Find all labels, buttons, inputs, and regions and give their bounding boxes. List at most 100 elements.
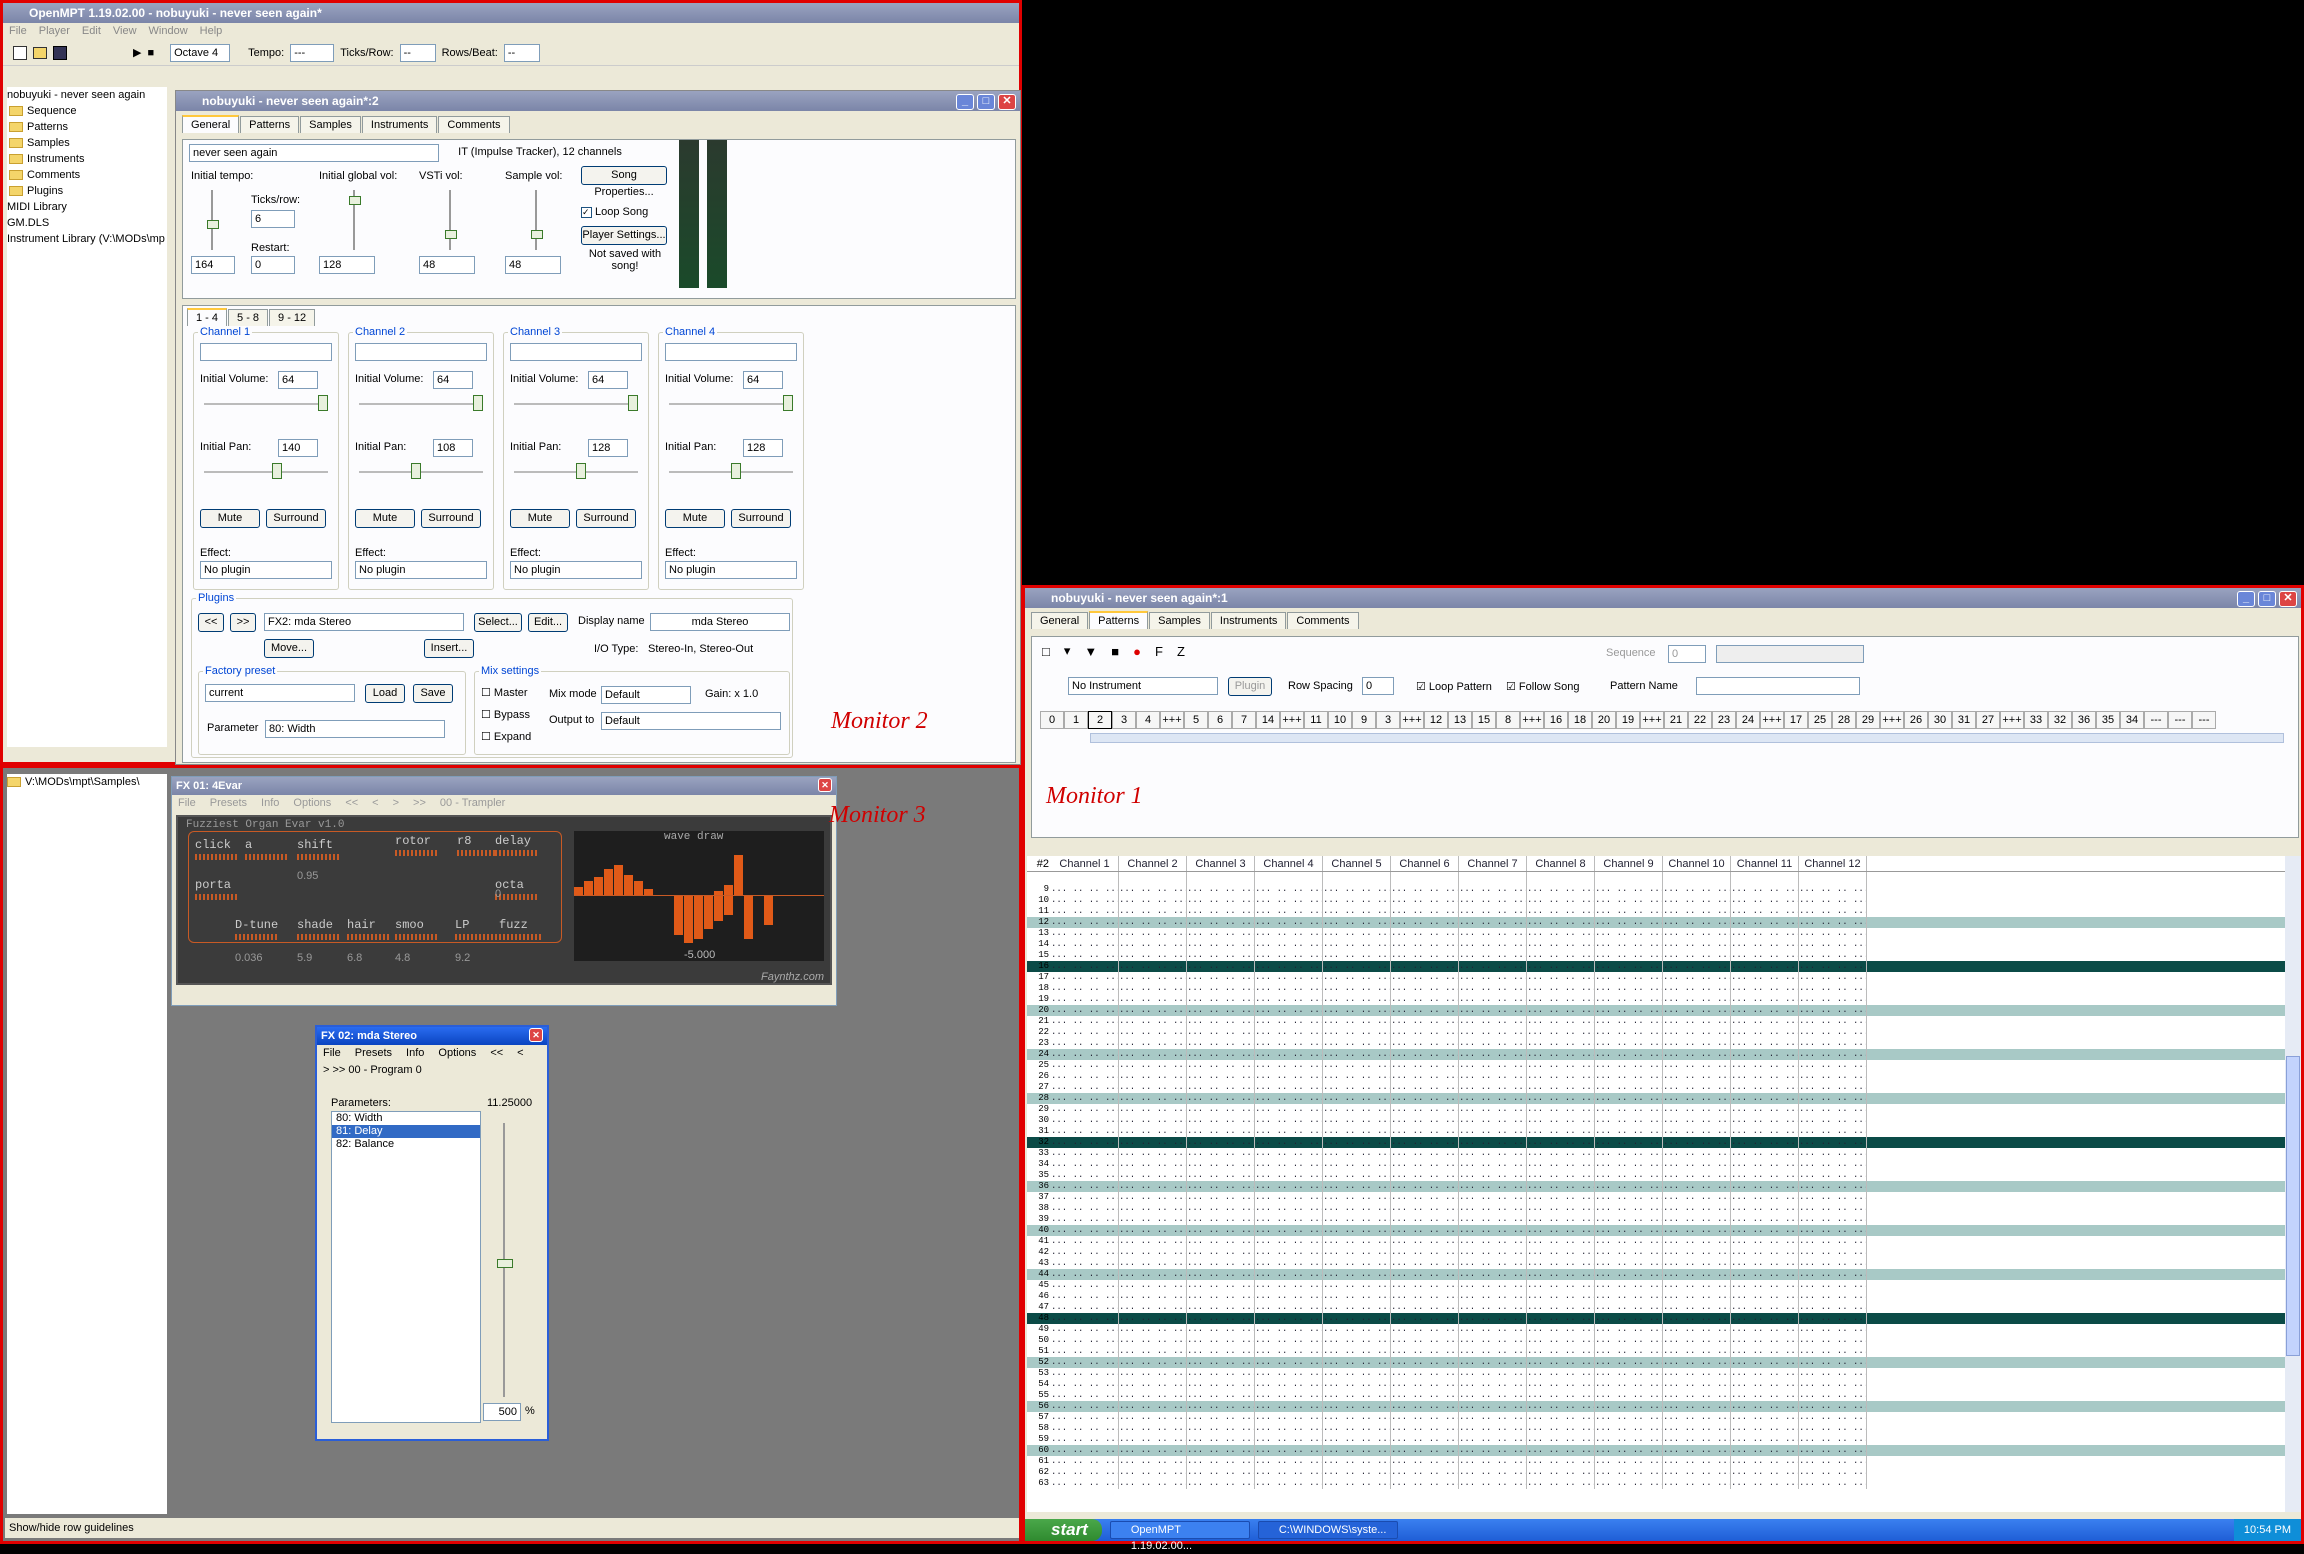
pattern-cell[interactable]: ... .. .. ... xyxy=(1187,1082,1255,1093)
pattern-cell[interactable]: ... .. .. ... xyxy=(1391,1423,1459,1434)
evar-slider[interactable] xyxy=(245,854,289,860)
pattern-cell[interactable]: ... .. .. ... xyxy=(1663,939,1731,950)
pattern-cell[interactable]: ... .. .. ... xyxy=(1459,1236,1527,1247)
pattern-cell[interactable]: ... .. .. ... xyxy=(1119,1346,1187,1357)
pattern-cell[interactable]: ... .. .. ... xyxy=(1323,1126,1391,1137)
tree-item[interactable]: GM.DLS xyxy=(7,215,167,231)
pattern-cell[interactable]: ... .. .. ... xyxy=(1323,884,1391,895)
pattern-cell[interactable]: ... .. .. ... xyxy=(1799,1159,1867,1170)
pattern-cell[interactable]: ... .. .. ... xyxy=(1595,1401,1663,1412)
pattern-cell[interactable]: ... .. .. ... xyxy=(1799,1016,1867,1027)
pattern-cell[interactable]: ... .. .. ... xyxy=(1663,1280,1731,1291)
pattern-cell[interactable]: ... .. .. ... xyxy=(1663,1478,1731,1489)
pattern-cell[interactable]: ... .. .. ... xyxy=(1459,1214,1527,1225)
channel-header[interactable]: Channel 6 xyxy=(1391,856,1459,871)
pattern-cell[interactable]: ... .. .. ... xyxy=(1255,1192,1323,1203)
fx2-menu-item[interactable]: Presets xyxy=(355,1045,392,1062)
pattern-cell[interactable]: ... .. .. ... xyxy=(1731,895,1799,906)
tree-item[interactable]: Instruments xyxy=(7,151,167,167)
evar-slider[interactable] xyxy=(455,934,499,940)
parameter-item[interactable]: 82: Balance xyxy=(332,1138,480,1151)
pattern-cell[interactable]: ... .. .. ... xyxy=(1187,939,1255,950)
pattern-cell[interactable]: ... .. .. ... xyxy=(1323,1170,1391,1181)
pattern-cell[interactable]: ... .. .. ... xyxy=(1255,950,1323,961)
pattern-cell[interactable]: ... .. .. ... xyxy=(1663,1203,1731,1214)
pattern-cell[interactable]: ... .. .. ... xyxy=(1663,1357,1731,1368)
fx2-menu-item[interactable]: Info xyxy=(406,1045,424,1062)
channel-header[interactable]: Channel 7 xyxy=(1459,856,1527,871)
pattern-cell[interactable]: ... .. .. ... xyxy=(1459,1313,1527,1324)
pattern-cell[interactable]: ... .. .. ... xyxy=(1595,950,1663,961)
pattern-cell[interactable]: ... .. .. ... xyxy=(1527,1214,1595,1225)
mute-button[interactable]: Mute xyxy=(355,509,415,528)
pattern-cell[interactable]: ... .. .. ... xyxy=(1119,1467,1187,1478)
tree-item[interactable]: Plugins xyxy=(7,183,167,199)
pattern-cell[interactable]: ... .. .. ... xyxy=(1119,1357,1187,1368)
tab-instruments[interactable]: Instruments xyxy=(361,116,438,133)
pattern-cell[interactable]: ... .. .. ... xyxy=(1527,1038,1595,1049)
order-item[interactable]: 13 xyxy=(1448,711,1472,729)
pattern-cell[interactable]: ... .. .. ... xyxy=(1799,1379,1867,1390)
pattern-cell[interactable]: ... .. .. ... xyxy=(1731,1027,1799,1038)
pattern-cell[interactable]: ... .. .. ... xyxy=(1527,1005,1595,1016)
pattern-cell[interactable]: ... .. .. ... xyxy=(1323,1104,1391,1115)
pattern-cell[interactable]: ... .. .. ... xyxy=(1595,1181,1663,1192)
pattern-cell[interactable]: ... .. .. ... xyxy=(1391,1357,1459,1368)
pan-field[interactable]: 108 xyxy=(433,439,473,457)
pattern-cell[interactable]: ... .. .. ... xyxy=(1731,950,1799,961)
order-item[interactable]: 5 xyxy=(1184,711,1208,729)
pattern-cell[interactable]: ... .. .. ... xyxy=(1799,1060,1867,1071)
parameter-item[interactable]: 81: Delay xyxy=(332,1125,480,1138)
pattern-cell[interactable]: ... .. .. ... xyxy=(1187,1049,1255,1060)
vsti-vol-field[interactable]: 48 xyxy=(419,256,475,274)
pattern-cell[interactable]: ... .. .. ... xyxy=(1663,884,1731,895)
tempo-field[interactable]: --- xyxy=(290,43,335,62)
fx2-menu-item[interactable]: File xyxy=(323,1045,341,1062)
pattern-cell[interactable]: ... .. .. ... xyxy=(1459,1060,1527,1071)
channel-name-field[interactable] xyxy=(510,343,642,361)
pattern-cell[interactable]: ... .. .. ... xyxy=(1595,1478,1663,1489)
pattern-cell[interactable]: ... .. .. ... xyxy=(1391,983,1459,994)
pattern-cell[interactable]: ... .. .. ... xyxy=(1799,1324,1867,1335)
pattern-cell[interactable]: ... .. .. ... xyxy=(1119,1368,1187,1379)
pattern-cell[interactable]: ... .. .. ... xyxy=(1595,1390,1663,1401)
order-item[interactable]: 17 xyxy=(1784,711,1808,729)
pattern-cell[interactable]: ... .. .. ... xyxy=(1595,983,1663,994)
pattern-cell[interactable]: ... .. .. ... xyxy=(1187,1115,1255,1126)
pattern-cell[interactable]: ... .. .. ... xyxy=(1119,1126,1187,1137)
pattern-cell[interactable]: ... .. .. ... xyxy=(1527,1071,1595,1082)
pattern-cell[interactable]: ... .. .. ... xyxy=(1527,1236,1595,1247)
pattern-cell[interactable]: ... .. .. ... xyxy=(1527,1313,1595,1324)
tab-patterns[interactable]: Patterns xyxy=(1089,611,1149,629)
pattern-cell[interactable]: ... .. .. ... xyxy=(1187,1434,1255,1445)
pattern-cell[interactable]: ... .. .. ... xyxy=(1527,1137,1595,1148)
pattern-cell[interactable]: ... .. .. ... xyxy=(1255,972,1323,983)
pattern-cell[interactable]: ... .. .. ... xyxy=(1459,1379,1527,1390)
fx1-menu-item[interactable]: Options xyxy=(293,795,331,812)
pattern-cell[interactable]: ... .. .. ... xyxy=(1527,1225,1595,1236)
pattern-cell[interactable]: ... .. .. ... xyxy=(1391,1467,1459,1478)
volume-field[interactable]: 64 xyxy=(743,371,783,389)
pattern-cell[interactable]: ... .. .. ... xyxy=(1595,961,1663,972)
fx1-menu-item[interactable]: >> xyxy=(413,795,426,812)
pattern-cell[interactable]: ... .. .. ... xyxy=(1527,917,1595,928)
pattern-cell[interactable]: ... .. .. ... xyxy=(1119,1071,1187,1082)
pattern-cell[interactable]: ... .. .. ... xyxy=(1323,1335,1391,1346)
pattern-cell[interactable]: ... .. .. ... xyxy=(1323,917,1391,928)
channel-header[interactable]: Channel 9 xyxy=(1595,856,1663,871)
stop-icon[interactable]: ▾ xyxy=(1064,643,1071,659)
pattern-cell[interactable]: ... .. .. ... xyxy=(1323,1269,1391,1280)
pattern-cell[interactable]: ... .. .. ... xyxy=(1255,1291,1323,1302)
pan-thumb[interactable] xyxy=(411,463,422,479)
pattern-cell[interactable]: ... .. .. ... xyxy=(1255,1225,1323,1236)
channel-header[interactable]: Channel 2 xyxy=(1119,856,1187,871)
close-icon[interactable]: ✕ xyxy=(998,94,1016,110)
pattern-cell[interactable]: ... .. .. ... xyxy=(1459,1148,1527,1159)
pattern-cell[interactable]: ... .. .. ... xyxy=(1323,1203,1391,1214)
pattern-cell[interactable]: ... .. .. ... xyxy=(1731,1412,1799,1423)
order-item[interactable]: 30 xyxy=(1928,711,1952,729)
pattern-cell[interactable]: ... .. .. ... xyxy=(1119,1247,1187,1258)
evar-slider[interactable] xyxy=(235,934,279,940)
evar-slider[interactable] xyxy=(195,854,239,860)
pattern-cell[interactable]: ... .. .. ... xyxy=(1459,961,1527,972)
